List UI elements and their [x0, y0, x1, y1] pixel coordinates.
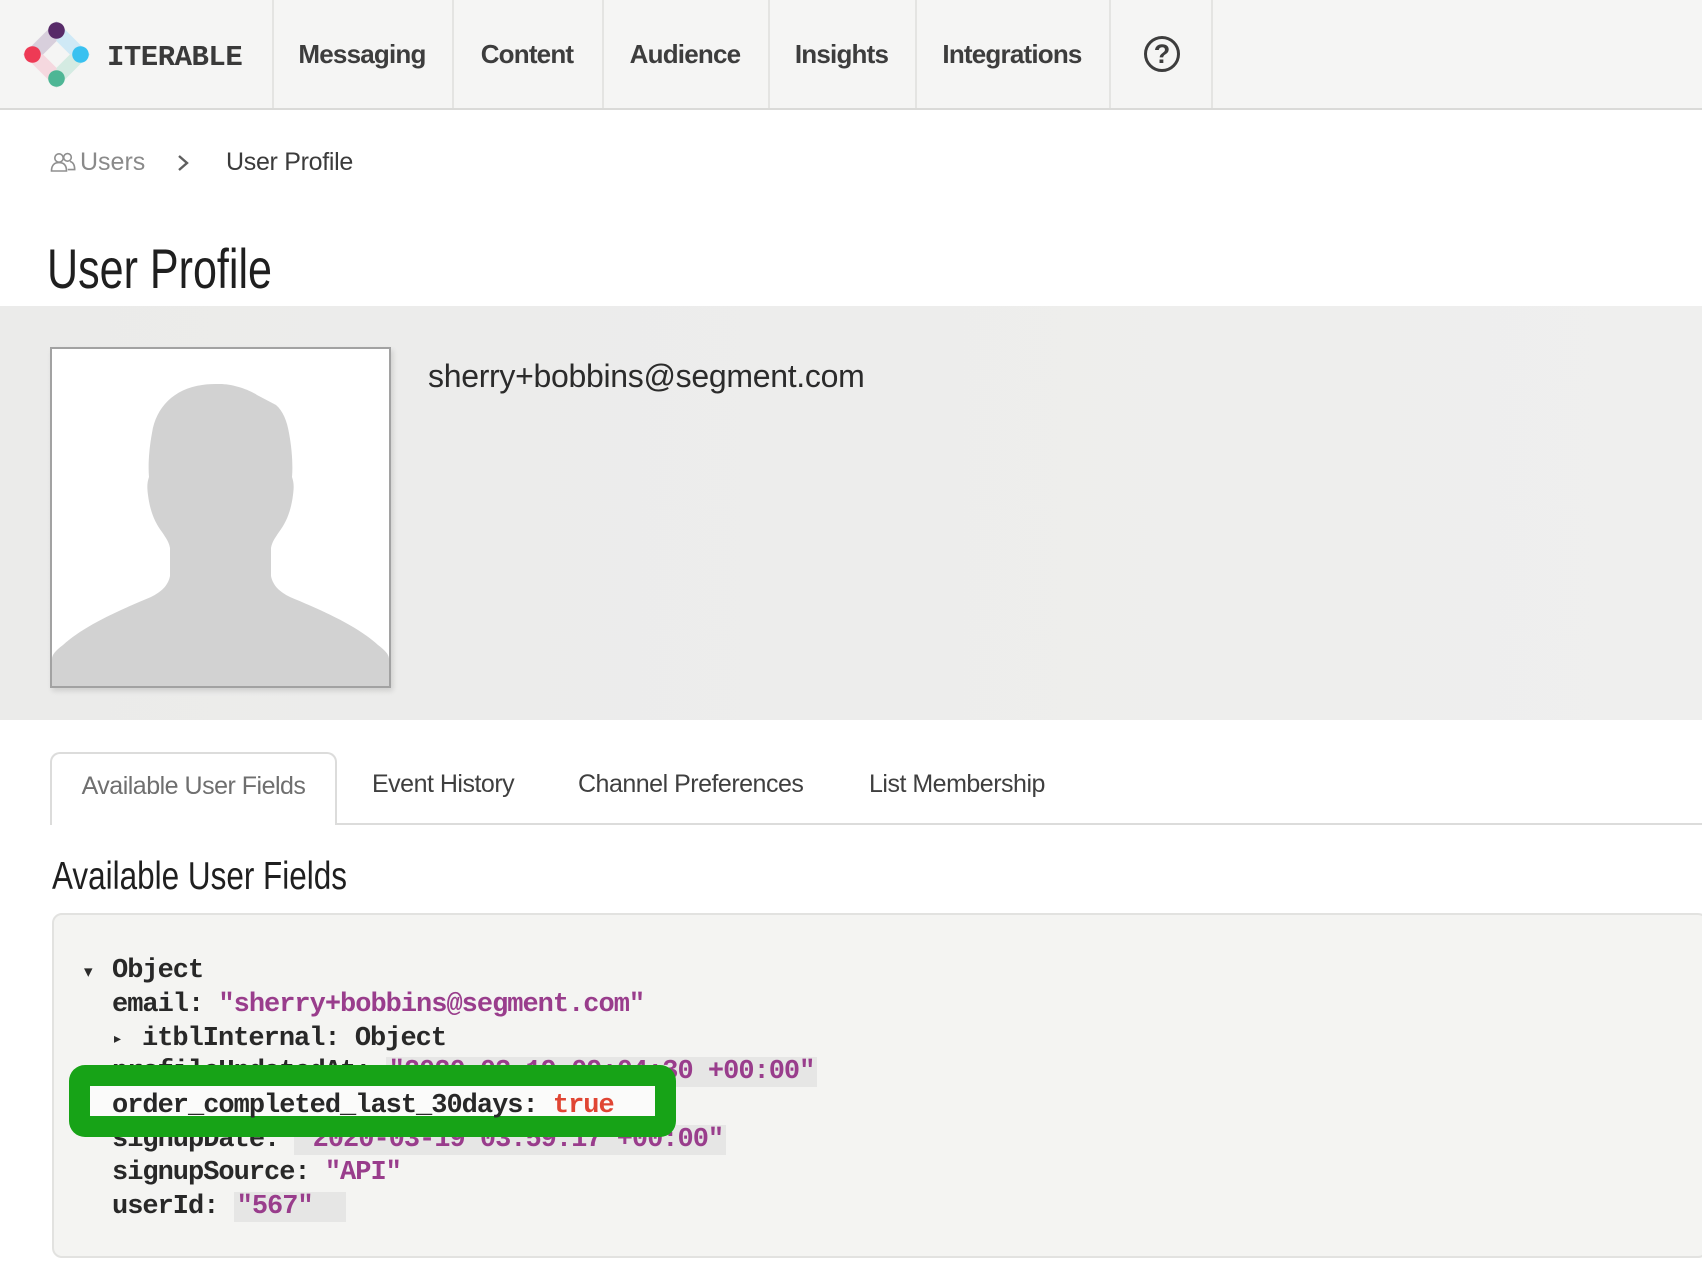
svg-text:User Profile: User Profile [47, 240, 272, 300]
svg-text:Available User Fields: Available User Fields [52, 855, 347, 898]
